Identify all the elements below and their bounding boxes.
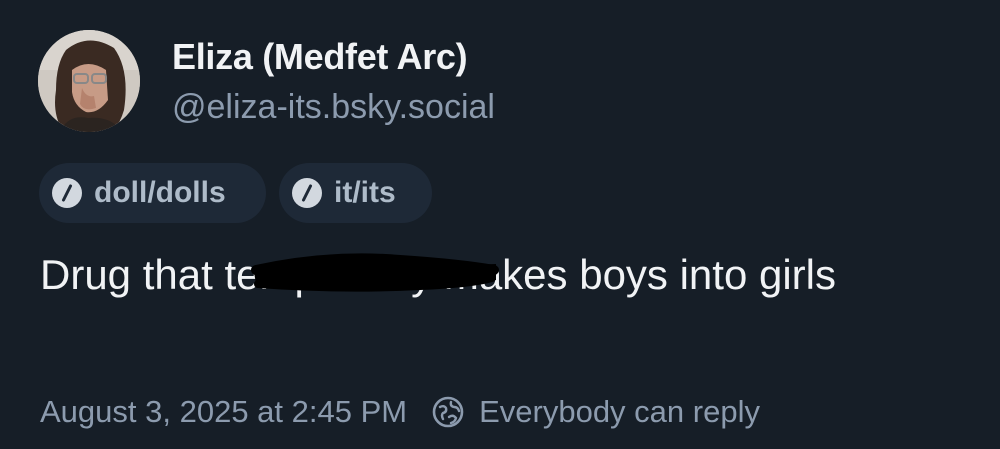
post-text-after: makes boys into girls (432, 251, 836, 298)
author-handle[interactable]: @eliza-its.bsky.social (172, 88, 495, 127)
pronoun-tag-label: doll/dolls (94, 176, 226, 209)
post-timestamp[interactable]: August 3, 2025 at 2:45 PM (40, 394, 407, 430)
slash-circle-icon (292, 178, 322, 208)
pronoun-tag-doll[interactable]: doll/dolls (39, 163, 266, 223)
author-avatar[interactable] (38, 30, 140, 132)
slash-circle-icon (52, 178, 82, 208)
post-text-censored: temporarily (224, 251, 433, 298)
avatar-photo-icon (38, 30, 140, 132)
globe-reply-icon (431, 395, 465, 429)
post-text-before: Drug that (40, 251, 225, 298)
pronoun-tag-it[interactable]: it/its (279, 163, 432, 223)
pronoun-tag-label: it/its (334, 176, 396, 209)
post-meta: August 3, 2025 at 2:45 PM Everybody can … (40, 394, 760, 430)
author-display-name[interactable]: Eliza (Medfet Arc) (172, 36, 468, 78)
reply-setting-label[interactable]: Everybody can reply (479, 394, 760, 430)
post-body: Drug that temporarily makes boys into gi… (40, 248, 940, 302)
post-detail: Eliza (Medfet Arc) @eliza-its.bsky.socia… (0, 0, 1000, 449)
